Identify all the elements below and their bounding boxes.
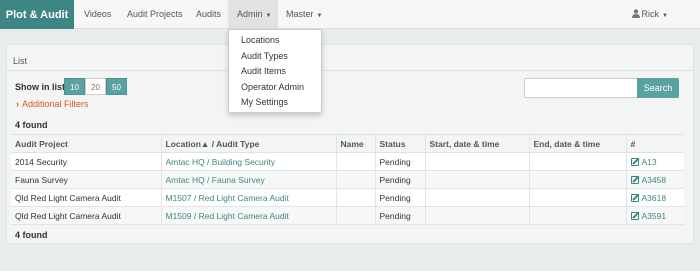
nav-master[interactable]: Master ▼ — [286, 0, 322, 29]
col-name[interactable]: Name — [335, 134, 375, 153]
edit-icon — [630, 175, 639, 184]
table-row: 2014 Security Amtac HQ / Building Securi… — [11, 152, 684, 171]
page-size-20[interactable]: 20 — [85, 78, 106, 95]
audit-id: A3458 — [641, 174, 667, 185]
found-count-bottom: 4 found — [15, 230, 48, 240]
cell-name — [335, 206, 375, 225]
cell-location: Amtac HQ / Building Security — [160, 152, 336, 171]
cell-name — [335, 170, 375, 189]
additional-filters-label: Additional Filters — [22, 99, 89, 109]
cell-location: Amtac HQ / Fauna Survey — [160, 170, 336, 189]
cell-name — [335, 152, 375, 171]
tab-divider — [6, 70, 694, 71]
cell-project: Qld Red Light Camera Audit — [11, 188, 161, 207]
cell-start — [424, 152, 529, 171]
nav-master-label: Master — [286, 9, 314, 19]
user-name: Rick — [641, 9, 660, 19]
caret-down-icon: ▼ — [316, 13, 323, 19]
audit-id-link[interactable]: A13 — [630, 156, 657, 167]
cell-status: Pending — [374, 170, 425, 189]
chevron-right-icon: › — [16, 99, 19, 109]
page-size-selector: 10 20 50 — [64, 78, 127, 95]
location-link[interactable]: M1509 / Red Light Camera Audit — [166, 211, 289, 221]
menu-item-operator-admin[interactable]: Operator Admin — [229, 80, 321, 96]
cell-status: Pending — [374, 206, 425, 225]
top-navbar: Plot & Audit Videos Audit Projects Audit… — [0, 0, 700, 29]
audit-id: A3618 — [641, 192, 667, 203]
brand-logo[interactable]: Plot & Audit — [0, 0, 74, 29]
cell-id: A3458 — [625, 170, 684, 189]
menu-item-audit-types[interactable]: Audit Types — [229, 49, 321, 65]
search-input[interactable] — [524, 78, 638, 98]
cell-status: Pending — [374, 152, 425, 171]
cell-name — [335, 188, 375, 207]
table-row: Qld Red Light Camera Audit M1509 / Red L… — [11, 206, 684, 225]
cell-id: A3591 — [625, 206, 684, 225]
table-header-row: Audit Project Location▲ / Audit Type Nam… — [11, 134, 684, 153]
audit-id-link[interactable]: A3618 — [630, 192, 667, 203]
cell-end — [528, 152, 626, 171]
audit-id: A3591 — [641, 210, 667, 221]
nav-audits[interactable]: Audits — [196, 0, 221, 29]
cell-start — [424, 188, 529, 207]
nav-audit-projects[interactable]: Audit Projects — [127, 0, 183, 29]
caret-down-icon: ▼ — [265, 13, 272, 19]
nav-admin-label: Admin — [237, 9, 263, 19]
page-size-10[interactable]: 10 — [64, 78, 85, 95]
audit-id-link[interactable]: A3591 — [630, 210, 667, 221]
table-row: Qld Red Light Camera Audit M1507 / Red L… — [11, 188, 684, 207]
col-start[interactable]: Start, date & time — [424, 134, 529, 153]
additional-filters-link[interactable]: › Additional Filters — [16, 99, 89, 109]
menu-item-locations[interactable]: Locations — [229, 33, 321, 49]
tab-list[interactable]: List — [13, 56, 27, 66]
cell-end — [528, 206, 626, 225]
menu-item-my-settings[interactable]: My Settings — [229, 95, 321, 111]
cell-project: Fauna Survey — [11, 170, 161, 189]
col-location[interactable]: Location▲ / Audit Type — [160, 134, 336, 153]
page-size-50[interactable]: 50 — [106, 78, 127, 95]
show-in-list-label: Show in list — [15, 82, 66, 92]
cell-end — [528, 170, 626, 189]
menu-item-audit-items[interactable]: Audit Items — [229, 64, 321, 80]
cell-project: Qld Red Light Camera Audit — [11, 206, 161, 225]
location-link[interactable]: Amtac HQ / Fauna Survey — [166, 175, 265, 185]
audit-id-link[interactable]: A3458 — [630, 174, 667, 185]
nav-videos[interactable]: Videos — [84, 0, 111, 29]
table-row: Fauna Survey Amtac HQ / Fauna Survey Pen… — [11, 170, 684, 189]
location-link[interactable]: M1507 / Red Light Camera Audit — [166, 193, 289, 203]
col-end[interactable]: End, date & time — [528, 134, 626, 153]
col-status[interactable]: Status — [374, 134, 425, 153]
search-button[interactable]: Search — [637, 78, 679, 98]
cell-location: M1509 / Red Light Camera Audit — [160, 206, 336, 225]
col-audit-project[interactable]: Audit Project — [11, 134, 161, 153]
cell-id: A3618 — [625, 188, 684, 207]
audit-id: A13 — [641, 156, 657, 167]
location-link[interactable]: Amtac HQ / Building Security — [166, 157, 276, 167]
cell-start — [424, 170, 529, 189]
edit-icon — [630, 211, 639, 220]
audit-table: Audit Project Location▲ / Audit Type Nam… — [11, 134, 684, 225]
user-menu[interactable]: Rick ▼ — [631, 0, 668, 29]
cell-start — [424, 206, 529, 225]
caret-down-icon: ▼ — [662, 13, 668, 19]
nav-admin[interactable]: Admin ▼ — [228, 0, 278, 29]
cell-status: Pending — [374, 188, 425, 207]
found-count-top: 4 found — [15, 120, 48, 130]
cell-end — [528, 188, 626, 207]
edit-icon — [630, 193, 639, 202]
cell-location: M1507 / Red Light Camera Audit — [160, 188, 336, 207]
cell-id: A13 — [625, 152, 684, 171]
user-icon — [631, 9, 640, 18]
admin-dropdown-menu: Locations Audit Types Audit Items Operat… — [228, 29, 322, 113]
edit-icon — [630, 157, 639, 166]
col-id[interactable]: # — [625, 134, 684, 153]
cell-project: 2014 Security — [11, 152, 161, 171]
